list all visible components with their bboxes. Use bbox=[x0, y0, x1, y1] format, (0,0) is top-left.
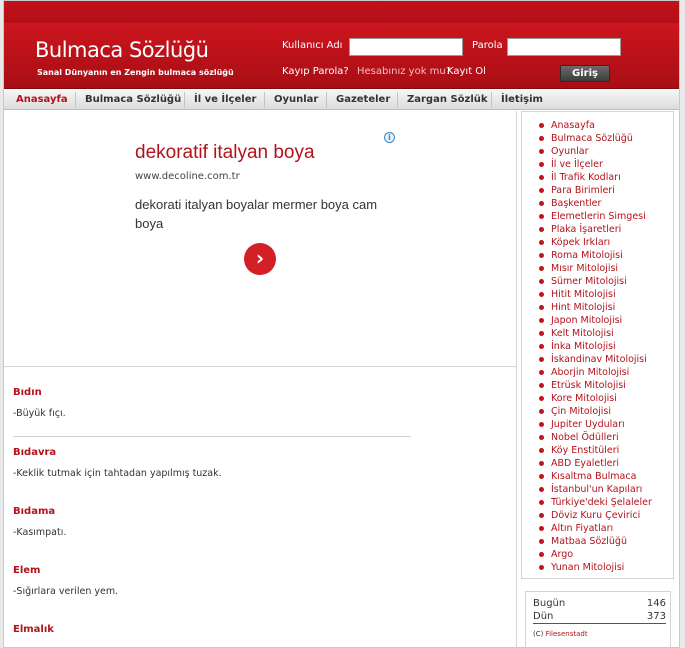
nav-separator bbox=[264, 92, 265, 108]
nav-separator bbox=[75, 92, 76, 108]
entry-divider bbox=[13, 436, 411, 437]
stat-yesterday-label: Dün bbox=[533, 611, 554, 622]
nav-item-oyunlar[interactable]: Oyunlar bbox=[274, 90, 318, 110]
entry-list: Bıdın -Büyük fıçı. Bıdavra -Keklik tutma… bbox=[4, 368, 517, 648]
login-button[interactable]: Giriş bbox=[560, 65, 610, 82]
nav-separator bbox=[326, 92, 327, 108]
entry-title[interactable]: Bıdama bbox=[13, 506, 55, 517]
sidebar-link[interactable]: Para Birimleri bbox=[522, 184, 673, 197]
sidebar-link[interactable]: İskandinav Mitolojisi bbox=[522, 353, 673, 366]
ad-banner[interactable]: i dekoratif italyan boya www.decoline.co… bbox=[4, 111, 517, 367]
entry-definition: -Sığırlara verilen yem. bbox=[13, 586, 119, 597]
sidebar-link[interactable]: Roma Mitolojisi bbox=[522, 249, 673, 262]
sidebar-links-box: Anasayfa Bulmaca Sözlüğü Oyunlar İl ve İ… bbox=[521, 111, 674, 579]
sidebar-link[interactable]: Matbaa Sözlüğü bbox=[522, 535, 673, 548]
sidebar-link[interactable]: İnka Mitolojisi bbox=[522, 340, 673, 353]
nav-item-il-ve-ilceler[interactable]: İl ve İlçeler bbox=[194, 90, 256, 110]
register-link[interactable]: Kayıt Ol bbox=[447, 66, 486, 77]
ad-title[interactable]: dekoratif italyan boya bbox=[135, 142, 315, 164]
nav-item-bulmaca-sozlugu[interactable]: Bulmaca Sözlüğü bbox=[85, 90, 181, 110]
sidebar-link[interactable]: Hitit Mitolojisi bbox=[522, 288, 673, 301]
page: Bulmaca Sözlüğü Sanal Dünyanın en Zengin… bbox=[3, 0, 680, 648]
nav-separator bbox=[184, 92, 185, 108]
stat-today-value: 146 bbox=[646, 598, 666, 609]
sidebar-link[interactable]: Anasayfa bbox=[522, 119, 673, 132]
password-label: Parola bbox=[472, 40, 503, 51]
sidebar-link[interactable]: Japon Mitolojisi bbox=[522, 314, 673, 327]
sidebar-link[interactable]: Başkentler bbox=[522, 197, 673, 210]
sidebar: Anasayfa Bulmaca Sözlüğü Oyunlar İl ve İ… bbox=[521, 111, 676, 648]
sidebar-link[interactable]: Köy Enstitüleri bbox=[522, 444, 673, 457]
entry-definition: -Kasımpatı. bbox=[13, 527, 67, 538]
sidebar-link[interactable]: Yunan Mitolojisi bbox=[522, 561, 673, 574]
sidebar-link[interactable]: Kısaltma Bulmaca bbox=[522, 470, 673, 483]
sidebar-link[interactable]: Hint Mitolojisi bbox=[522, 301, 673, 314]
nav-item-anasayfa[interactable]: Anasayfa bbox=[16, 90, 68, 110]
sidebar-link[interactable]: Kelt Mitolojisi bbox=[522, 327, 673, 340]
entry-title[interactable]: Bıdın bbox=[13, 387, 42, 398]
entry-title[interactable]: Elmalık bbox=[13, 624, 54, 635]
stat-yesterday: Dün 373 bbox=[533, 611, 666, 622]
sidebar-link[interactable]: Aborjin Mitolojisi bbox=[522, 366, 673, 379]
username-input[interactable] bbox=[349, 38, 463, 56]
sidebar-link[interactable]: Argo bbox=[522, 548, 673, 561]
sidebar-link[interactable]: Jupiter Uyduları bbox=[522, 418, 673, 431]
stat-credit: (C) Filesenstadt bbox=[533, 630, 588, 638]
ad-description: dekorati italyan boyalar mermer boya cam… bbox=[135, 197, 378, 231]
visitor-stats: Bugün 146 Dün 373 (C) Filesenstadt bbox=[525, 591, 671, 648]
ad-url[interactable]: www.decoline.com.tr bbox=[135, 171, 240, 182]
stat-divider bbox=[533, 623, 666, 624]
sidebar-link[interactable]: ABD Eyaletleri bbox=[522, 457, 673, 470]
forgot-password-link[interactable]: Kayıp Parola? bbox=[282, 66, 349, 77]
nav-separator bbox=[491, 92, 492, 108]
sidebar-link[interactable]: Mısır Mitolojisi bbox=[522, 262, 673, 275]
entry-title[interactable]: Elem bbox=[13, 565, 40, 576]
nav-item-gazeteler[interactable]: Gazeteler bbox=[336, 90, 390, 110]
ad-info-icon[interactable]: i bbox=[384, 132, 395, 143]
sidebar-link[interactable]: Etrüsk Mitolojisi bbox=[522, 379, 673, 392]
entry-definition: -Büyük fıçı. bbox=[13, 408, 66, 419]
entry-definition: -Keklik tutmak için tahtadan yapılmış tu… bbox=[13, 468, 222, 479]
stat-yesterday-value: 373 bbox=[646, 611, 666, 622]
main-nav: Anasayfa Bulmaca Sözlüğü İl ve İlçeler O… bbox=[4, 90, 679, 110]
stat-today: Bugün 146 bbox=[533, 598, 666, 609]
logo-title[interactable]: Bulmaca Sözlüğü bbox=[35, 38, 209, 62]
nav-item-zargan-sozluk[interactable]: Zargan Sözlük bbox=[407, 90, 488, 110]
main-content: i dekoratif italyan boya www.decoline.co… bbox=[4, 111, 517, 648]
sidebar-link[interactable]: Oyunlar bbox=[522, 145, 673, 158]
no-account-text: Hesabınız yok mu? bbox=[357, 66, 452, 77]
stat-today-label: Bugün bbox=[533, 598, 566, 609]
sidebar-link[interactable]: Elemetlerin Simgesi bbox=[522, 210, 673, 223]
sidebar-link[interactable]: İl Trafik Kodları bbox=[522, 171, 673, 184]
username-label: Kullanıcı Adı bbox=[282, 40, 343, 51]
nav-separator bbox=[397, 92, 398, 108]
sidebar-link[interactable]: Döviz Kuru Çevirici bbox=[522, 509, 673, 522]
sidebar-link[interactable]: Altın Fiyatları bbox=[522, 522, 673, 535]
sidebar-link[interactable]: Plaka İşaretleri bbox=[522, 223, 673, 236]
ad-arrow-icon[interactable]: › bbox=[244, 243, 276, 275]
sidebar-link[interactable]: Nobel Ödülleri bbox=[522, 431, 673, 444]
header-top-band bbox=[4, 1, 679, 23]
sidebar-link[interactable]: Bulmaca Sözlüğü bbox=[522, 132, 673, 145]
sidebar-link[interactable]: Türkiye'deki Şelaleler bbox=[522, 496, 673, 509]
sidebar-link[interactable]: Sümer Mitolojisi bbox=[522, 275, 673, 288]
nav-item-iletisim[interactable]: İletişim bbox=[501, 90, 543, 110]
sidebar-link[interactable]: İstanbul'un Kapıları bbox=[522, 483, 673, 496]
stat-credit-prefix: (C) bbox=[533, 630, 544, 638]
sidebar-link[interactable]: Köpek Irkları bbox=[522, 236, 673, 249]
sidebar-link-list: Anasayfa Bulmaca Sözlüğü Oyunlar İl ve İ… bbox=[522, 119, 673, 574]
sidebar-link[interactable]: Çin Mitolojisi bbox=[522, 405, 673, 418]
sidebar-link[interactable]: Kore Mitolojisi bbox=[522, 392, 673, 405]
site-header: Bulmaca Sözlüğü Sanal Dünyanın en Zengin… bbox=[4, 1, 679, 89]
entry-title[interactable]: Bıdavra bbox=[13, 447, 56, 458]
sidebar-link[interactable]: İl ve İlçeler bbox=[522, 158, 673, 171]
password-input[interactable] bbox=[507, 38, 621, 56]
logo-subtitle: Sanal Dünyanın en Zengin bulmaca sözlüğü bbox=[37, 68, 234, 77]
stat-credit-link[interactable]: Filesenstadt bbox=[546, 630, 588, 638]
